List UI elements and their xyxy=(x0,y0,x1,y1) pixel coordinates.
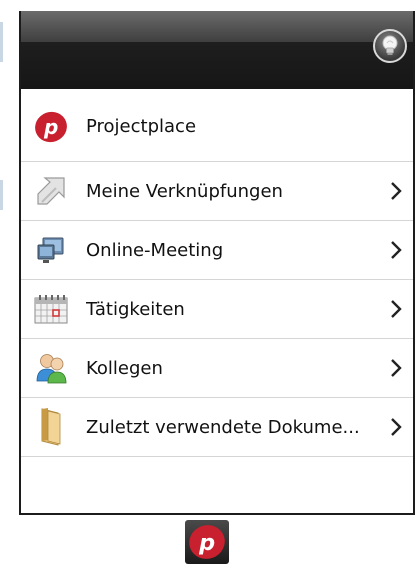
chevron-right-icon[interactable] xyxy=(387,180,405,202)
menu-item-kollegen[interactable]: Kollegen xyxy=(21,339,413,398)
background-edge xyxy=(0,180,3,210)
chevron-right-icon[interactable] xyxy=(387,416,405,438)
menu-item-projectplace[interactable]: p Projectplace xyxy=(21,109,413,162)
menu-item-label: Online-Meeting xyxy=(86,239,224,261)
svg-text:p: p xyxy=(198,530,215,556)
menu-item-label: Kollegen xyxy=(86,357,163,379)
chevron-right-icon[interactable] xyxy=(387,239,405,261)
menu-item-taetigkeiten[interactable]: Tätigkeiten xyxy=(21,280,413,339)
svg-text:p: p xyxy=(43,115,58,139)
projectplace-logo-icon: p xyxy=(33,109,69,145)
jump-list-panel: p Projectplace Meine Verknüpfungen Onlin… xyxy=(19,11,415,515)
online-meeting-icon xyxy=(33,232,69,268)
chevron-right-icon[interactable] xyxy=(387,357,405,379)
people-icon xyxy=(33,350,69,386)
menu-item-label: Tätigkeiten xyxy=(86,298,185,320)
screen: p Projectplace Meine Verknüpfungen Onlin… xyxy=(0,0,419,571)
jump-list-menu: p Projectplace Meine Verknüpfungen Onlin… xyxy=(21,109,413,457)
panel-header xyxy=(21,11,413,89)
menu-item-label: Zuletzt verwendete Dokume... xyxy=(86,416,360,438)
menu-item-label: Projectplace xyxy=(86,116,197,137)
menu-item-label: Meine Verknüpfungen xyxy=(86,180,283,202)
calendar-icon xyxy=(33,291,69,327)
header-shine xyxy=(21,11,413,42)
shortcut-arrow-icon xyxy=(33,173,69,209)
taskbar-app-button[interactable]: p xyxy=(185,520,229,564)
background-edge xyxy=(0,22,3,62)
menu-item-zuletzt-verwendete-dokumente[interactable]: Zuletzt verwendete Dokume... xyxy=(21,398,413,457)
folder-icon xyxy=(33,408,69,446)
lightbulb-icon xyxy=(382,35,398,55)
chevron-right-icon[interactable] xyxy=(387,298,405,320)
projectplace-logo-icon: p xyxy=(189,525,225,559)
tip-button[interactable] xyxy=(373,29,407,63)
menu-item-meine-verknuepfungen[interactable]: Meine Verknüpfungen xyxy=(21,162,413,221)
menu-item-online-meeting[interactable]: Online-Meeting xyxy=(21,221,413,280)
